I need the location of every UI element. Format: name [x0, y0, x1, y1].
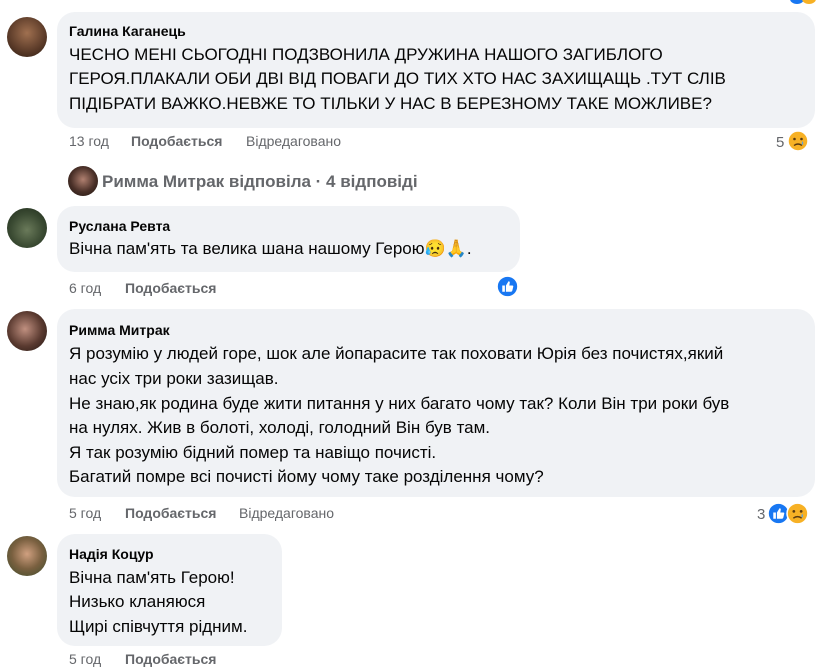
comment-author[interactable]: Галина Каганець [69, 23, 186, 39]
comment-author[interactable]: Римма Митрак [69, 322, 170, 338]
like-link[interactable]: Подобається [125, 651, 216, 667]
edited-label[interactable]: Відредаговано [246, 133, 341, 149]
reaction-count[interactable]: 3 [757, 506, 765, 523]
reaction-count[interactable]: 5 [776, 134, 784, 151]
comment-author[interactable]: Надія Коцур [69, 546, 154, 562]
avatar[interactable] [7, 208, 47, 248]
comment-text-line: Я розумію у людей горе, шок але йопараси… [69, 344, 724, 363]
avatar[interactable] [7, 536, 47, 576]
comment-timestamp[interactable]: 5 год [69, 651, 101, 667]
comment-text-line: Щирі співчуття рідним. [69, 617, 248, 636]
comment-text-line: Не знаю,як родина буде жити питання у ни… [69, 394, 730, 413]
comment-timestamp[interactable]: 13 год [69, 133, 109, 149]
top-cutoff-icon [802, 0, 816, 4]
avatar[interactable] [68, 166, 98, 196]
sad-reaction-icon[interactable] [786, 502, 809, 530]
like-link[interactable]: Подобається [125, 280, 216, 296]
avatar[interactable] [7, 311, 47, 351]
comment-text-line: Багатий помре всі почисті йому чому таке… [69, 467, 544, 486]
comment-text-line: Вічна пам'ять Герою! [69, 568, 235, 587]
comment-text-line: Низько кланяюся [69, 592, 206, 611]
comment-timestamp[interactable]: 5 год [69, 505, 101, 521]
view-replies-link[interactable]: Римма Митрак відповіла · 4 відповіді [102, 172, 418, 192]
like-link[interactable]: Подобається [125, 505, 216, 521]
comment-timestamp[interactable]: 6 год [69, 280, 101, 296]
like-link[interactable]: Подобається [131, 133, 222, 149]
comment-text-line: ПІДІБРАТИ ВАЖКО.НЕВЖЕ ТО ТІЛЬКИ У НАС В … [69, 94, 712, 113]
sad-reaction-icon[interactable] [787, 130, 809, 157]
avatar[interactable] [7, 17, 47, 57]
comment-text-line: Я так розумію бідний помер та навіщо поч… [69, 443, 437, 462]
comment-text-line: ГЕРОЯ.ПЛАКАЛИ ОБИ ДВІ ВІД ПОВАГИ ДО ТИХ … [69, 69, 726, 88]
comment-text-line: Вічна пам'ять та велика шана нашому Геро… [69, 239, 472, 258]
comment-author[interactable]: Руслана Ревта [69, 218, 170, 234]
comment-text-line: на нулях. Жив в болоті, холоді, голодний… [69, 418, 491, 437]
edited-label[interactable]: Відредаговано [239, 505, 334, 521]
comment-text-line: ЧЕСНО МЕНІ СЬОГОДНІ ПОДЗВОНИЛА ДРУЖИНА Н… [69, 45, 663, 64]
comment-text-line: нас усіх три роки зазищав. [69, 369, 279, 388]
like-reaction-icon[interactable] [496, 275, 519, 303]
